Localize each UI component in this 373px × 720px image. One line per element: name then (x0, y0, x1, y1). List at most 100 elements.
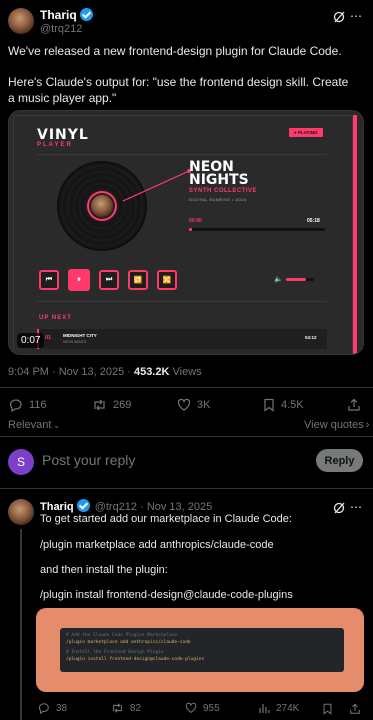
repost-icon (94, 399, 105, 411)
more-options-icon[interactable]: ⋯ (350, 9, 363, 23)
time-total: 05:18 (307, 218, 320, 224)
reply-icon (9, 399, 22, 412)
shuffle-button[interactable]: 🔀 (157, 270, 177, 290)
view-quotes-link[interactable]: View quotes › (304, 419, 369, 431)
divider-2 (0, 436, 373, 437)
reply-reply-action[interactable]: 38 (38, 702, 67, 714)
album-name: DIGITAL SUNRISE • 2024 (189, 197, 247, 202)
tonearm (122, 169, 191, 202)
post-text-2: Here's Claude's output for: "use the fro… (8, 75, 349, 105)
code-block: # Add the Claude Code Plugins Marketplac… (60, 628, 344, 672)
progress-fill (189, 228, 192, 231)
reply-repost-icon (113, 703, 122, 713)
verified-badge-icon (79, 8, 93, 21)
code-command-1: /plugin marketplace add anthropics/claud… (66, 640, 191, 645)
reply-box-avatar-letter: S (16, 455, 25, 469)
playing-badge: ● PLAYING (289, 128, 323, 137)
reply-grok-icon[interactable] (333, 501, 345, 519)
reply-reply-count: 38 (56, 702, 68, 714)
sort-dropdown[interactable]: Relevant ⌄ (8, 419, 60, 431)
post-text-1: We've released a new frontend-design plu… (8, 44, 342, 58)
pause-button[interactable]: ⏸ (68, 269, 90, 291)
code-command-2: /plugin install frontend-design@claude-c… (66, 657, 205, 662)
reply-reply-icon (38, 703, 49, 714)
app-subtitle: PLAYER (37, 142, 73, 148)
reply-views-action[interactable]: 274K (258, 702, 299, 714)
repeat-button[interactable]: 🔁 (128, 270, 148, 290)
reply-author-avatar[interactable] (8, 499, 34, 525)
author-handle[interactable]: @trq212 (40, 23, 82, 35)
reply-verified-icon (76, 499, 90, 512)
progress-track[interactable] (189, 228, 325, 231)
media-video[interactable]: VINYL PLAYER ● PLAYING NEON NIGHTS SYNTH… (8, 110, 364, 355)
divider-3 (0, 488, 373, 489)
chevron-right-icon: › (365, 419, 370, 431)
video-time-badge: 0:07 (17, 333, 45, 348)
reply-box-avatar[interactable]: S (8, 449, 34, 475)
author-name-row[interactable]: Thariq (40, 8, 93, 22)
code-comment-1: # Add the Claude Code Plugins Marketplac… (66, 633, 178, 638)
post-meta: 9:04 PM · Nov 13, 2025 · 453.2K Views (8, 366, 202, 378)
reply-count: 116 (29, 399, 47, 411)
up-next-duration: 04:12 (305, 335, 317, 340)
volume-track[interactable] (286, 278, 314, 281)
reply-text-4: /plugin install frontend-design@claude-c… (40, 589, 293, 601)
up-next-title: MIDNIGHT CITY (63, 333, 97, 338)
reply-input[interactable]: Post your reply (42, 452, 135, 468)
volume-icon[interactable]: 🔈 (274, 275, 283, 283)
divider-1 (0, 387, 373, 388)
views-label: Views (169, 366, 202, 378)
heart-icon (177, 398, 191, 411)
album-art (91, 195, 113, 217)
chevron-down-icon: ⌄ (53, 421, 61, 430)
up-next-label: UP NEXT (39, 315, 72, 321)
view-quotes-label: View quotes (304, 419, 364, 431)
author-name[interactable]: Thariq (40, 8, 77, 22)
up-next-artist: NEON WAVES (63, 340, 87, 344)
controls-divider (37, 301, 327, 302)
up-next-index: 01 (45, 335, 52, 341)
thread-line (20, 529, 22, 720)
reply-bookmark-icon[interactable] (322, 702, 333, 720)
reply-repost-count: 82 (130, 702, 142, 714)
repost-count: 269 (113, 399, 132, 411)
controls-row: ⏮ ⏸ ⏭ 🔁 🔀 (39, 269, 177, 291)
reply-heart-icon (185, 702, 197, 713)
repost-action[interactable]: 269 (92, 398, 131, 412)
artist-name: SYNTH COLLECTIVE (189, 188, 258, 194)
reply-more-icon[interactable]: ⋯ (350, 500, 362, 514)
reply-text-2: /plugin marketplace add anthropics/claud… (40, 539, 274, 551)
reply-image[interactable]: # Add the Claude Code Plugins Marketplac… (36, 608, 364, 692)
reply-button[interactable]: Reply (316, 449, 363, 472)
reply-views-count: 274K (276, 702, 300, 714)
code-comment-2: # Install the Frontend Design Plugin (66, 650, 164, 655)
post-timestamp[interactable]: 9:04 PM · Nov 13, 2025 · (8, 366, 134, 378)
volume-fill (286, 278, 306, 281)
bookmark-icon (264, 398, 274, 412)
reply-like-action[interactable]: 955 (185, 702, 220, 714)
like-action[interactable]: 3K (177, 398, 210, 412)
reply-share-icon[interactable] (349, 702, 361, 720)
reply-repost-action[interactable]: 82 (111, 702, 141, 714)
next-button[interactable]: ⏭ (99, 270, 119, 290)
reply-header: Thariq @trq212 · Nov 13, 2025 (40, 499, 212, 513)
time-current: 00:00 (189, 218, 202, 224)
like-count: 3K (197, 399, 211, 411)
media-right-bar (353, 115, 357, 354)
bookmark-action[interactable]: 4.5K (263, 398, 304, 412)
grok-icon[interactable] (333, 10, 345, 23)
up-next-row[interactable]: 01 MIDNIGHT CITY NEON WAVES 04:12 (37, 329, 327, 349)
analytics-icon (259, 704, 270, 713)
bookmark-count: 4.5K (281, 399, 304, 411)
author-avatar[interactable] (8, 8, 34, 34)
reply-handle-date[interactable]: @trq212 · Nov 13, 2025 (95, 501, 213, 513)
track-title-2: NIGHTS (189, 172, 249, 188)
previous-button[interactable]: ⏮ (39, 270, 59, 290)
sort-label: Relevant (8, 419, 52, 431)
reply-action[interactable]: 116 (9, 398, 47, 412)
header-divider (37, 154, 327, 155)
share-icon[interactable] (347, 398, 361, 417)
reply-like-count: 955 (203, 702, 220, 714)
reply-author-name[interactable]: Thariq (40, 501, 74, 513)
views-count: 453.2K (133, 366, 170, 378)
